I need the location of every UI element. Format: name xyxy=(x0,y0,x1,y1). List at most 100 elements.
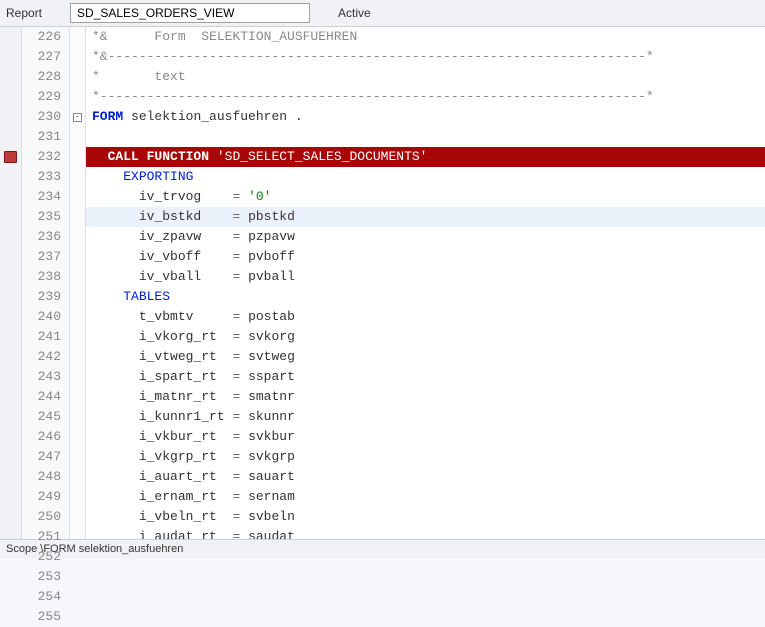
line-number: 227 xyxy=(22,47,69,67)
code-line[interactable]: EXPORTING xyxy=(86,167,765,187)
code-line[interactable]: i_vbeln_rt = svbeln xyxy=(86,507,765,527)
line-number: 248 xyxy=(22,467,69,487)
code-line[interactable]: CALL FUNCTION 'SD_SELECT_SALES_DOCUMENTS… xyxy=(86,147,765,167)
gutter-row[interactable] xyxy=(0,47,21,67)
code-line[interactable]: i_ernam_rt = sernam xyxy=(86,487,765,507)
gutter-row[interactable] xyxy=(0,107,21,127)
code-line[interactable] xyxy=(86,127,765,147)
fold-row[interactable] xyxy=(70,347,85,367)
code-line[interactable]: i_kunnr1_rt = skunnr xyxy=(86,407,765,427)
gutter-row[interactable] xyxy=(0,587,21,607)
gutter-row[interactable] xyxy=(0,327,21,347)
gutter-row[interactable] xyxy=(0,247,21,267)
gutter-row[interactable] xyxy=(0,87,21,107)
gutter-row[interactable] xyxy=(0,67,21,87)
code-line[interactable]: iv_vball = pvball xyxy=(86,267,765,287)
report-status: Active xyxy=(338,6,371,20)
line-number: 242 xyxy=(22,347,69,367)
gutter-row[interactable] xyxy=(0,187,21,207)
gutter-row[interactable] xyxy=(0,607,21,627)
fold-row[interactable] xyxy=(70,587,85,607)
gutter-row[interactable] xyxy=(0,567,21,587)
code-line[interactable]: i_vkorg_rt = svkorg xyxy=(86,327,765,347)
gutter-row[interactable] xyxy=(0,507,21,527)
fold-row[interactable] xyxy=(70,607,85,627)
fold-row[interactable] xyxy=(70,207,85,227)
code-line[interactable]: FORM selektion_ausfuehren . xyxy=(86,107,765,127)
fold-row[interactable] xyxy=(70,367,85,387)
fold-row[interactable] xyxy=(70,267,85,287)
code-line[interactable]: i_vtweg_rt = svtweg xyxy=(86,347,765,367)
line-number: 241 xyxy=(22,327,69,347)
gutter-row[interactable] xyxy=(0,227,21,247)
code-line[interactable]: *---------------------------------------… xyxy=(86,87,765,107)
code-line[interactable]: TABLES xyxy=(86,287,765,307)
fold-row[interactable] xyxy=(70,87,85,107)
report-name-input[interactable] xyxy=(70,3,310,23)
fold-row[interactable] xyxy=(70,67,85,87)
fold-row[interactable] xyxy=(70,447,85,467)
fold-row[interactable] xyxy=(70,27,85,47)
gutter-row[interactable] xyxy=(0,207,21,227)
code-line[interactable]: iv_trvog = '0' xyxy=(86,187,765,207)
code-line[interactable]: *&--------------------------------------… xyxy=(86,47,765,67)
code-line[interactable]: iv_vboff = pvboff xyxy=(86,247,765,267)
gutter-row[interactable] xyxy=(0,347,21,367)
scope-label: Scope xyxy=(6,543,37,555)
code-line[interactable]: i_auart_rt = sauart xyxy=(86,467,765,487)
line-number: 237 xyxy=(22,247,69,267)
header-bar: Report Active xyxy=(0,0,765,27)
gutter-row[interactable] xyxy=(0,267,21,287)
gutter-row[interactable] xyxy=(0,387,21,407)
gutter-row[interactable] xyxy=(0,407,21,427)
fold-row[interactable] xyxy=(70,307,85,327)
breakpoint-gutter[interactable] xyxy=(0,27,22,539)
fold-row[interactable] xyxy=(70,487,85,507)
fold-gutter[interactable]: - xyxy=(70,27,86,539)
code-line[interactable]: i_audat_rt = saudat xyxy=(86,527,765,539)
code-area[interactable]: *& Form SELEKTION_AUSFUEHREN*&----------… xyxy=(86,27,765,539)
line-number: 226 xyxy=(22,27,69,47)
gutter-row[interactable] xyxy=(0,367,21,387)
fold-row[interactable] xyxy=(70,127,85,147)
fold-row[interactable] xyxy=(70,287,85,307)
fold-row[interactable] xyxy=(70,187,85,207)
code-line[interactable]: i_matnr_rt = smatnr xyxy=(86,387,765,407)
fold-row[interactable] xyxy=(70,507,85,527)
fold-row[interactable] xyxy=(70,47,85,67)
fold-row[interactable] xyxy=(70,247,85,267)
gutter-row[interactable] xyxy=(0,307,21,327)
gutter-row[interactable] xyxy=(0,467,21,487)
code-line[interactable]: t_vbmtv = postab xyxy=(86,307,765,327)
gutter-row[interactable] xyxy=(0,167,21,187)
fold-row[interactable] xyxy=(70,567,85,587)
gutter-row[interactable] xyxy=(0,447,21,467)
gutter-row[interactable] xyxy=(0,487,21,507)
code-line[interactable]: i_vkgrp_rt = svkgrp xyxy=(86,447,765,467)
code-line[interactable]: iv_bstkd = pbstkd xyxy=(86,207,765,227)
gutter-row[interactable] xyxy=(0,427,21,447)
fold-row[interactable] xyxy=(70,427,85,447)
breakpoint-icon[interactable] xyxy=(4,151,17,163)
gutter-row[interactable] xyxy=(0,27,21,47)
code-line[interactable]: iv_zpavw = pzpavw xyxy=(86,227,765,247)
code-line[interactable]: i_spart_rt = sspart xyxy=(86,367,765,387)
fold-row[interactable] xyxy=(70,147,85,167)
code-line[interactable]: * text xyxy=(86,67,765,87)
gutter-row[interactable] xyxy=(0,147,21,167)
code-line[interactable]: *& Form SELEKTION_AUSFUEHREN xyxy=(86,27,765,47)
code-line[interactable]: i_vkbur_rt = svkbur xyxy=(86,427,765,447)
fold-row[interactable] xyxy=(70,387,85,407)
fold-row[interactable] xyxy=(70,167,85,187)
line-number: 239 xyxy=(22,287,69,307)
fold-row[interactable] xyxy=(70,327,85,347)
fold-toggle-icon[interactable]: - xyxy=(73,113,82,122)
line-number: 244 xyxy=(22,387,69,407)
line-number: 249 xyxy=(22,487,69,507)
gutter-row[interactable] xyxy=(0,127,21,147)
fold-row[interactable]: - xyxy=(70,107,85,127)
fold-row[interactable] xyxy=(70,227,85,247)
fold-row[interactable] xyxy=(70,467,85,487)
gutter-row[interactable] xyxy=(0,287,21,307)
fold-row[interactable] xyxy=(70,407,85,427)
